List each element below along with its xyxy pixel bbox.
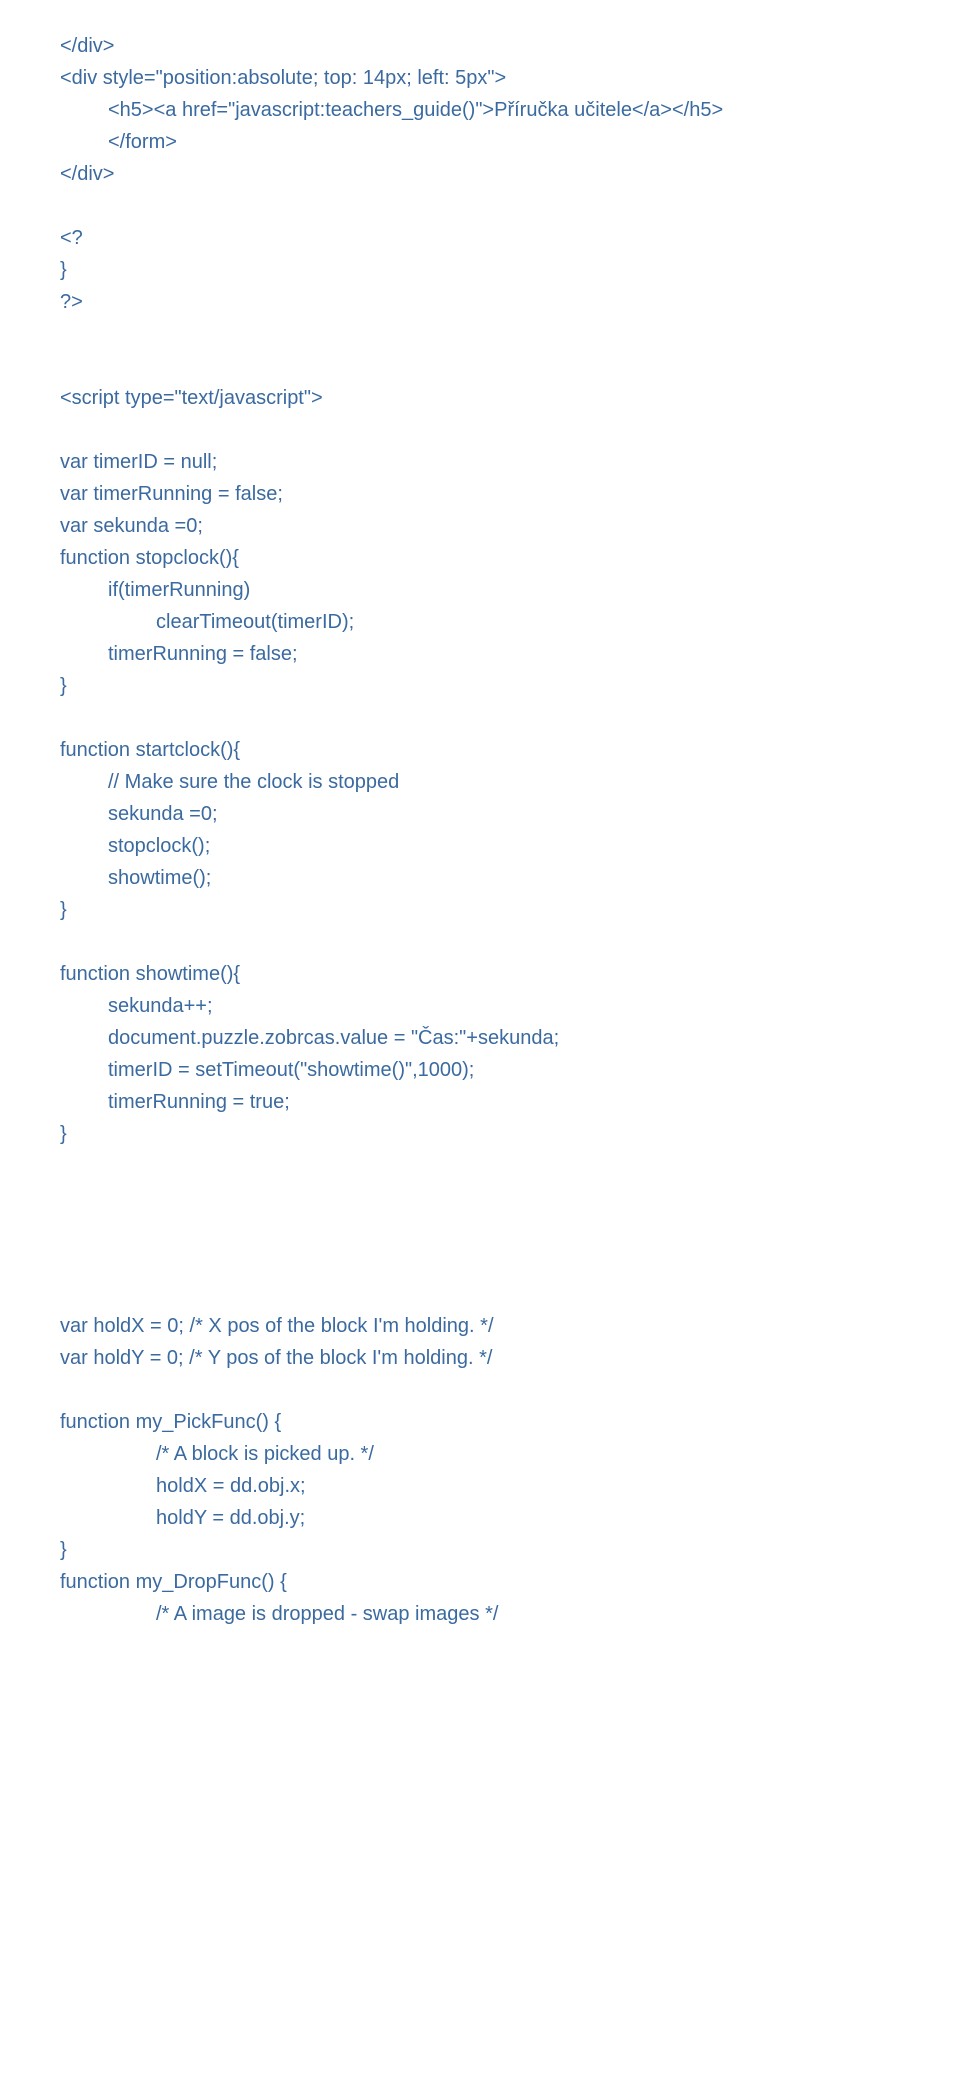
- code-line: var holdY = 0; /* Y pos of the block I'm…: [60, 1342, 900, 1374]
- code-line: timerRunning = false;: [60, 638, 900, 670]
- code-line: </div>: [60, 30, 900, 62]
- code-line: }: [60, 670, 900, 702]
- code-line: <h5><a href="javascript:teachers_guide()…: [60, 94, 900, 126]
- code-line: if(timerRunning): [60, 574, 900, 606]
- code-line: }: [60, 1118, 900, 1150]
- code-line: // Make sure the clock is stopped: [60, 766, 900, 798]
- code-line: ?>: [60, 286, 900, 318]
- code-line: <script type="text/javascript">: [60, 382, 900, 414]
- code-line: </form>: [60, 126, 900, 158]
- code-line: holdX = dd.obj.x;: [60, 1470, 900, 1502]
- code-line: function my_DropFunc() {: [60, 1566, 900, 1598]
- code-line: var timerID = null;: [60, 446, 900, 478]
- code-line: stopclock();: [60, 830, 900, 862]
- code-line: /* A block is picked up. */: [60, 1438, 900, 1470]
- code-line: function stopclock(){: [60, 542, 900, 574]
- code-line: function showtime(){: [60, 958, 900, 990]
- code-line: var sekunda =0;: [60, 510, 900, 542]
- code-line: sekunda++;: [60, 990, 900, 1022]
- code-line: function startclock(){: [60, 734, 900, 766]
- code-line: timerRunning = true;: [60, 1086, 900, 1118]
- code-line: }: [60, 894, 900, 926]
- code-line: clearTimeout(timerID);: [60, 606, 900, 638]
- code-line: sekunda =0;: [60, 798, 900, 830]
- code-line: }: [60, 254, 900, 286]
- code-line: <?: [60, 222, 900, 254]
- code-line: showtime();: [60, 862, 900, 894]
- code-line: var holdX = 0; /* X pos of the block I'm…: [60, 1310, 900, 1342]
- code-line: timerID = setTimeout("showtime()",1000);: [60, 1054, 900, 1086]
- code-line: </div>: [60, 158, 900, 190]
- code-line: document.puzzle.zobrcas.value = "Čas:"+s…: [60, 1022, 900, 1054]
- code-line: holdY = dd.obj.y;: [60, 1502, 900, 1534]
- code-line: /* A image is dropped - swap images */: [60, 1598, 900, 1630]
- code-line: var timerRunning = false;: [60, 478, 900, 510]
- code-line: }: [60, 1534, 900, 1566]
- code-line: function my_PickFunc() {: [60, 1406, 900, 1438]
- code-line: <div style="position:absolute; top: 14px…: [60, 62, 900, 94]
